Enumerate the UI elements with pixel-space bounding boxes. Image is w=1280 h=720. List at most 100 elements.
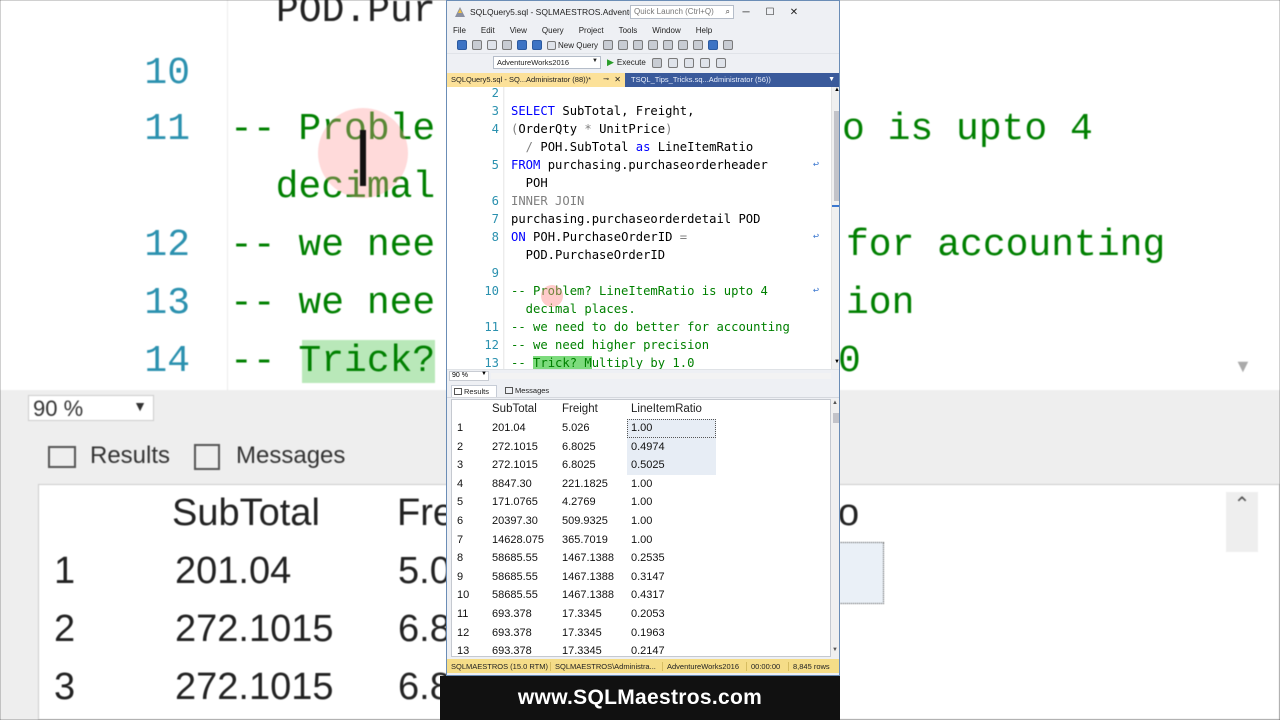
cell-freight[interactable]: 1467.1388 [562, 568, 614, 587]
query-editor[interactable]: 2 3 SELECT SubTotal, Freight, 4 (OrderQty * … [447, 87, 831, 369]
table-row[interactable]: 9 58685.55 1467.1388 0.3147 [452, 568, 830, 587]
horizontal-scrollbar[interactable] [491, 373, 831, 379]
column-header-freight[interactable]: Freight [562, 400, 598, 419]
save-all-icon[interactable] [532, 40, 542, 50]
table-row[interactable]: 5 171.0765 4.2769 1.00 [452, 493, 830, 512]
row-number[interactable]: 11 [457, 605, 468, 624]
mdx-icon[interactable] [603, 40, 614, 50]
cell-lineitemratio[interactable]: 1.00 [627, 531, 716, 550]
dmx-icon[interactable] [618, 40, 629, 50]
paste-icon[interactable] [693, 40, 704, 50]
row-number[interactable]: 5 [457, 493, 463, 512]
minimize-button[interactable]: ─ [734, 7, 758, 18]
execute-button[interactable]: ▶ Execute [607, 57, 646, 68]
stop-icon[interactable] [651, 57, 662, 68]
cell-subtotal[interactable]: 14628.075 [492, 531, 544, 550]
cell-lineitemratio[interactable]: 0.3147 [627, 568, 716, 587]
row-number[interactable]: 3 [457, 456, 463, 475]
cell-freight[interactable]: 1467.1388 [562, 586, 614, 605]
open-icon[interactable] [502, 40, 512, 50]
menu-item-help[interactable]: Help [696, 26, 712, 35]
menu-item-edit[interactable]: Edit [481, 26, 495, 35]
table-row[interactable]: 11 693.378 17.3345 0.2053 [452, 605, 830, 624]
cell-lineitemratio[interactable]: 0.5025 [627, 456, 716, 475]
editor-scroll-thumb[interactable] [834, 111, 839, 201]
table-row[interactable]: 12 693.378 17.3345 0.1963 [452, 624, 830, 643]
table-row[interactable]: 10 58685.55 1467.1388 0.4317 [452, 586, 830, 605]
table-row[interactable]: 8 58685.55 1467.1388 0.2535 [452, 549, 830, 568]
cell-freight[interactable]: 365.7019 [562, 531, 608, 550]
tab-results[interactable]: Results [451, 385, 497, 397]
cell-subtotal[interactable]: 58685.55 [492, 586, 538, 605]
comment-icon[interactable] [715, 57, 726, 68]
table-row[interactable]: 3 272.1015 6.8025 0.5025 [452, 456, 830, 475]
cell-subtotal[interactable]: 272.1015 [492, 456, 538, 475]
results-grid-icon[interactable] [683, 57, 694, 68]
dax-icon[interactable] [648, 40, 659, 50]
cell-freight[interactable]: 17.3345 [562, 605, 602, 624]
copy-icon[interactable] [678, 40, 689, 50]
grid-scroll-up-icon[interactable]: ▲ [832, 400, 838, 406]
cell-lineitemratio[interactable]: 1.00 [627, 419, 716, 438]
table-row[interactable]: 1 201.04 5.026 1.00 [452, 419, 830, 438]
redo-icon[interactable] [723, 40, 734, 50]
back-icon[interactable] [457, 40, 467, 50]
cut-icon[interactable] [663, 40, 674, 50]
cell-freight[interactable]: 17.3345 [562, 642, 602, 656]
cell-lineitemratio[interactable]: 0.2053 [627, 605, 716, 624]
cell-freight[interactable]: 1467.1388 [562, 549, 614, 568]
forward-icon[interactable] [472, 40, 482, 50]
cell-lineitemratio[interactable]: 0.2535 [627, 549, 716, 568]
close-button[interactable]: ✕ [782, 7, 806, 18]
table-row[interactable]: 7 14628.075 365.7019 1.00 [452, 531, 830, 550]
cell-freight[interactable]: 221.1825 [562, 475, 608, 494]
table-row[interactable]: 13 693.378 17.3345 0.2147 [452, 642, 830, 656]
row-number[interactable]: 6 [457, 512, 463, 531]
menu-item-query[interactable]: Query [542, 26, 564, 35]
scroll-down-icon[interactable]: ▼ [834, 359, 839, 365]
table-row[interactable]: 4 8847.30 221.1825 1.00 [452, 475, 830, 494]
cell-subtotal[interactable]: 8847.30 [492, 475, 532, 494]
cell-lineitemratio[interactable]: 1.00 [627, 475, 716, 494]
cell-subtotal[interactable]: 20397.30 [492, 512, 538, 531]
grid-scrollbar[interactable]: ▲ ▼ [831, 399, 839, 657]
menu-item-file[interactable]: File [453, 26, 466, 35]
row-number[interactable]: 2 [457, 438, 463, 457]
cell-subtotal[interactable]: 693.378 [492, 642, 532, 656]
close-tab-icon[interactable]: ✕ [614, 73, 621, 87]
menu-item-window[interactable]: Window [652, 26, 680, 35]
tab-tsql-tips[interactable]: TSQL_Tips_Tricks.sq...Administrator (56)… [627, 73, 827, 87]
cell-lineitemratio[interactable]: 0.4317 [627, 586, 716, 605]
cell-freight[interactable]: 509.9325 [562, 512, 608, 531]
cell-lineitemratio[interactable]: 0.4974 [627, 437, 716, 457]
row-number[interactable]: 10 [457, 586, 469, 605]
menu-item-tools[interactable]: Tools [619, 26, 638, 35]
cell-subtotal[interactable]: 272.1015 [492, 438, 538, 457]
new-file-icon[interactable] [487, 40, 497, 50]
row-number[interactable]: 1 [457, 419, 463, 438]
row-number[interactable]: 8 [457, 549, 463, 568]
quick-launch-input[interactable]: Quick Launch (Ctrl+Q) ⌕ [630, 5, 734, 19]
grid-scroll-down-icon[interactable]: ▼ [832, 647, 838, 653]
save-icon[interactable] [517, 40, 527, 50]
tab-sqlquery5[interactable]: SQLQuery5.sql - SQ...Administrator (88))… [447, 73, 625, 87]
scroll-up-icon[interactable]: ▲ [834, 87, 839, 93]
results-grid[interactable]: SubTotal Freight LineItemRatio 1 201.04 5.… [451, 399, 831, 657]
editor-scrollbar[interactable]: ▲ ▼ [831, 87, 839, 369]
cell-lineitemratio[interactable]: 1.00 [627, 512, 716, 531]
results-text-icon[interactable] [699, 57, 710, 68]
cell-subtotal[interactable]: 58685.55 [492, 549, 538, 568]
cell-freight[interactable]: 5.026 [562, 419, 590, 438]
cell-subtotal[interactable]: 693.378 [492, 624, 532, 643]
row-number[interactable]: 7 [457, 531, 463, 550]
tab-list-chevron-icon[interactable]: ▼ [828, 73, 835, 87]
xmla-icon[interactable] [633, 40, 644, 50]
row-number[interactable]: 12 [457, 624, 469, 643]
cell-lineitemratio[interactable]: 0.1963 [627, 624, 716, 643]
menu-item-project[interactable]: Project [579, 26, 604, 35]
table-row[interactable]: 2 272.1015 6.8025 0.4974 [452, 437, 830, 457]
cell-subtotal[interactable]: 58685.55 [492, 568, 538, 587]
column-header-lineitemratio[interactable]: LineItemRatio [627, 400, 716, 419]
new-query-button[interactable]: New Query [547, 40, 598, 50]
menu-item-view[interactable]: View [510, 26, 527, 35]
